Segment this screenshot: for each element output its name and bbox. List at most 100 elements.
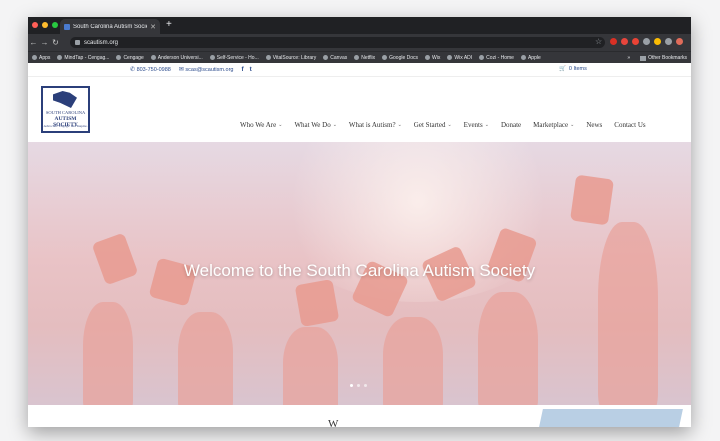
window-controls <box>32 22 58 28</box>
bookmark-item[interactable]: Apple <box>520 55 541 61</box>
minimize-window-button[interactable] <box>42 22 48 28</box>
bookmark-item[interactable]: Wix ADI <box>447 55 472 61</box>
tab-favicon-icon <box>64 23 70 30</box>
globe-icon <box>425 55 431 60</box>
nav-item-contact-us[interactable]: Contact Us <box>614 121 645 129</box>
social-links: f t <box>241 66 251 73</box>
bookmark-item[interactable]: Netflix <box>354 55 375 61</box>
puzzle-piece-image <box>569 174 615 226</box>
chevron-down-icon: ⌄ <box>484 123 489 128</box>
lock-icon <box>75 40 80 45</box>
tab-title: South Carolina Autism Society <box>73 23 148 30</box>
slider-pagination <box>350 384 367 387</box>
nav-item-what-we-do[interactable]: What We Do ⌄ <box>294 121 336 129</box>
logo-line-1: SOUTH CAROLINA <box>45 110 86 115</box>
welcome-heading-partial: W <box>328 418 339 427</box>
forward-arrow-icon[interactable]: → <box>39 38 50 47</box>
bookmark-item[interactable]: Wix <box>425 55 440 61</box>
reload-icon[interactable]: ↻ <box>50 38 61 47</box>
phone-link[interactable]: ✆ 803-750-0988 <box>130 66 171 73</box>
chevron-down-icon: ⌄ <box>570 123 575 128</box>
screenshot-stage: South Carolina Autism Society ✕ + ← → ↻ … <box>0 0 720 441</box>
envelope-icon: ✉ <box>178 67 184 73</box>
globe-icon <box>447 55 453 60</box>
puzzle-piece-image <box>294 279 340 327</box>
nav-item-marketplace[interactable]: Marketplace ⌄ <box>533 121 574 129</box>
globe-icon <box>209 55 215 60</box>
main-navigation: Who We Are ⌄ What We Do ⌄ What is Autism? ⌄… <box>240 121 646 129</box>
browser-tab-active[interactable]: South Carolina Autism Society ✕ <box>60 19 160 34</box>
netflix-icon <box>354 55 360 60</box>
slider-dot[interactable] <box>357 384 360 387</box>
browser-window: South Carolina Autism Society ✕ + ← → ↻ … <box>28 17 691 427</box>
bookmark-item[interactable]: Google Docs <box>382 55 418 61</box>
globe-icon <box>57 55 63 60</box>
facebook-icon[interactable]: f <box>241 66 243 73</box>
cart-link[interactable]: 🛒 0 Items <box>559 66 587 72</box>
bookmark-item[interactable]: Cengage <box>116 55 144 61</box>
bookmark-item[interactable]: Apps <box>32 55 50 61</box>
tab-close-icon[interactable]: ✕ <box>150 23 156 31</box>
folder-icon <box>640 55 647 61</box>
google-docs-icon <box>382 55 388 60</box>
maximize-window-button[interactable] <box>52 22 58 28</box>
bookmark-item[interactable]: Anderson Universi... <box>150 55 203 61</box>
apple-icon <box>520 55 526 60</box>
chevron-down-icon: ⌄ <box>447 123 452 128</box>
phone-icon: ✆ <box>130 67 136 73</box>
hand-image <box>283 327 338 405</box>
address-bar-url: scautism.org <box>84 39 119 46</box>
hand-image <box>478 292 538 405</box>
nav-item-who-we-are[interactable]: Who We Are ⌄ <box>240 121 282 129</box>
bookmark-item[interactable]: MindTap - Cengag... <box>57 55 109 61</box>
nav-item-news[interactable]: News <box>586 121 602 129</box>
globe-icon <box>116 55 122 60</box>
bookmark-item[interactable]: VitalSource: Library <box>265 55 316 61</box>
email-link[interactable]: ✉ scas@scautism.org <box>179 66 234 73</box>
logo-tagline: Advocate. Engage. and Inspire. <box>43 124 88 128</box>
back-arrow-icon[interactable]: ← <box>28 38 39 47</box>
cart-icon: 🛒 <box>559 66 566 72</box>
south-carolina-state-icon <box>53 91 77 108</box>
extension-icon[interactable] <box>632 38 639 45</box>
bookmark-star-icon[interactable]: ☆ <box>595 38 602 46</box>
more-bookmarks-chevron-icon[interactable]: » <box>627 55 630 61</box>
extension-icon[interactable] <box>654 38 661 45</box>
hand-image <box>83 302 133 405</box>
extension-icon[interactable] <box>621 38 628 45</box>
globe-icon <box>150 55 156 60</box>
new-tab-icon[interactable]: + <box>166 20 172 30</box>
slider-dot[interactable] <box>364 384 367 387</box>
slider-dot[interactable] <box>350 384 353 387</box>
tab-strip: South Carolina Autism Society ✕ + <box>28 17 691 34</box>
address-bar[interactable]: scautism.org <box>70 37 605 48</box>
extension-icon[interactable] <box>643 38 650 45</box>
bookmark-item[interactable]: Canvas <box>323 55 347 61</box>
chevron-down-icon: ⌄ <box>278 123 283 128</box>
profile-avatar-icon[interactable] <box>676 38 683 45</box>
nav-item-what-is-autism[interactable]: What is Autism? ⌄ <box>349 121 402 129</box>
apps-grid-icon <box>32 55 37 60</box>
extension-icon[interactable] <box>610 38 617 45</box>
nav-item-donate[interactable]: Donate <box>501 121 521 129</box>
hand-image <box>598 222 658 405</box>
bookmark-item[interactable]: Cozi - Home <box>479 55 514 61</box>
nav-item-events[interactable]: Events ⌄ <box>464 121 489 129</box>
hero-heading: Welcome to the South Carolina Autism Soc… <box>183 261 536 280</box>
hero-slider: Welcome to the South Carolina Autism Soc… <box>28 142 691 405</box>
close-window-button[interactable] <box>32 22 38 28</box>
chevron-down-icon: ⌄ <box>397 123 402 128</box>
site-logo[interactable]: SOUTH CAROLINA AUTISM SOCIETY Advocate. … <box>41 86 90 133</box>
website-viewport: ✆ 803-750-0988 ✉ scas@scautism.org f t 🛒… <box>28 63 691 427</box>
twitter-icon[interactable]: t <box>250 66 252 73</box>
contact-info: ✆ 803-750-0988 ✉ scas@scautism.org f t <box>130 66 252 73</box>
nav-item-get-started[interactable]: Get Started ⌄ <box>414 121 452 129</box>
decorative-blue-shape <box>539 409 683 427</box>
extension-icon[interactable] <box>665 38 672 45</box>
site-top-bar: ✆ 803-750-0988 ✉ scas@scautism.org f t 🛒… <box>28 63 691 77</box>
cozi-icon <box>479 55 485 60</box>
extensions-area <box>610 38 683 45</box>
canvas-icon <box>323 55 329 60</box>
chevron-down-icon: ⌄ <box>332 123 337 128</box>
bookmark-item[interactable]: Self-Service - Ho... <box>209 55 259 61</box>
